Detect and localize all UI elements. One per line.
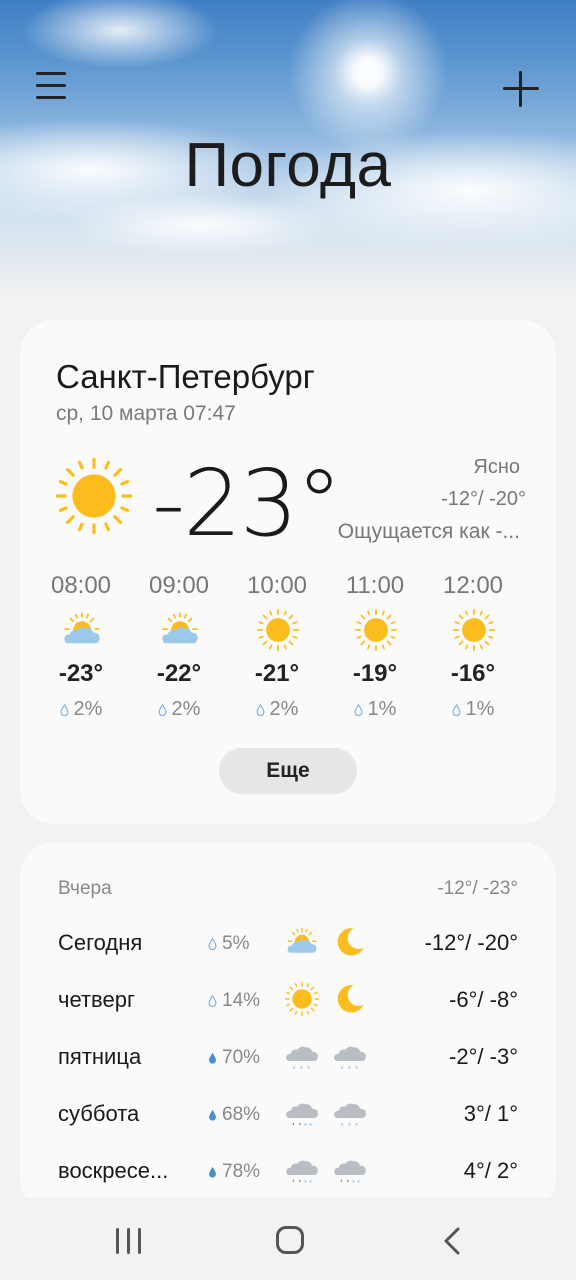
sun-icon (354, 608, 398, 652)
hour-temp: -16° (450, 660, 496, 687)
current-temperature: -23° (152, 450, 342, 557)
day-range: -6°/ -8° (449, 987, 518, 1012)
hour-time: 11:00 (345, 572, 405, 599)
snow-cloud-icon (284, 1038, 320, 1074)
condition-text: Ясно (473, 456, 520, 478)
drop-icon (256, 704, 265, 716)
drop-icon (208, 995, 217, 1007)
day-name: пятница (58, 1044, 142, 1069)
hour-temp: -21° (254, 660, 300, 687)
drop-icon (452, 704, 461, 716)
day-range: 3°/ 1° (463, 1101, 518, 1126)
sleet-cloud-icon (284, 1095, 320, 1131)
drop-icon (208, 1052, 217, 1064)
day-name: воскресе... (58, 1158, 169, 1183)
hourly-item: 10:00 -21° 2% (228, 572, 326, 722)
day-precip-row: 5% (208, 933, 249, 955)
hour-precip-row: 2% (32, 698, 130, 721)
hourly-item: 09:00 -22° 2% (130, 572, 228, 722)
yesterday-label: Вчера (58, 878, 112, 899)
hour-time: 10:00 (246, 572, 308, 599)
partly-cloudy-icon (284, 924, 320, 960)
system-nav-bar (0, 1198, 576, 1280)
hour-precip-row: 1% (326, 698, 424, 721)
sun-icon (452, 608, 496, 652)
sleet-cloud-icon (284, 1152, 320, 1188)
hour-precip: 1% (367, 698, 397, 720)
daily-row[interactable]: пятница 70% -2°/ -3° (20, 1038, 556, 1078)
hour-precip: 2% (269, 698, 299, 720)
hour-precip-row: 2% (228, 698, 326, 721)
day-precip-row: 68% (208, 1104, 260, 1126)
hourly-forecast[interactable]: 08:00 -23° 2% 09:00 -22° 2% 10:00 -21° 2… (32, 572, 544, 722)
city-name: Санкт-Петербург (56, 358, 315, 395)
day-precip-row: 78% (208, 1161, 260, 1183)
hour-temp: -22° (156, 660, 202, 687)
day-precip: 14% (222, 990, 261, 1011)
sun-icon (256, 608, 300, 652)
hourly-item: 11:00 -19° 1% (326, 572, 424, 722)
hour-precip: 2% (73, 698, 103, 720)
partly-cloudy-icon (158, 608, 202, 652)
hour-time: 12:00 (442, 572, 504, 599)
sleet-cloud-icon (332, 1152, 368, 1188)
day-precip-row: 14% (208, 990, 260, 1012)
drop-icon (208, 1109, 217, 1121)
hamburger-menu-icon[interactable] (36, 72, 72, 106)
hourly-item: 08:00 -23° 2% (32, 572, 130, 722)
drop-icon (208, 1166, 217, 1178)
day-precip-row: 70% (208, 1047, 260, 1069)
hour-temp: -23° (58, 660, 104, 687)
day-precip: 5% (222, 933, 250, 954)
daily-row[interactable]: воскресе... 78% 4°/ 2° (20, 1152, 556, 1192)
hourly-item: 12:00 -16° 1% (424, 572, 522, 722)
day-range: -2°/ -3° (449, 1044, 518, 1069)
today-range: -12°/ -20° (441, 488, 526, 510)
drop-icon (208, 938, 217, 950)
yesterday-range: -12°/ -23° (437, 878, 518, 899)
drop-icon (158, 704, 167, 716)
more-button[interactable]: Еще (219, 748, 357, 794)
hour-temp: -19° (352, 660, 398, 687)
day-range: -12°/ -20° (424, 930, 518, 955)
day-precip: 68% (222, 1104, 261, 1125)
hour-time: 09:00 (148, 572, 210, 599)
back-icon[interactable] (440, 1226, 466, 1256)
day-precip: 78% (222, 1161, 261, 1182)
snow-cloud-icon (332, 1095, 368, 1131)
day-name: четверг (58, 987, 135, 1012)
daily-row[interactable]: четверг 14% -6°/ -8° (20, 981, 556, 1021)
current-weather-card[interactable]: Санкт-Петербург ср, 10 марта 07:47 -23° … (20, 320, 556, 824)
home-icon[interactable] (276, 1226, 304, 1254)
hour-precip-row: 1% (424, 698, 522, 721)
sun-icon (284, 981, 320, 1017)
hour-precip: 2% (171, 698, 201, 720)
hour-time: 08:00 (50, 572, 112, 599)
day-range: 4°/ 2° (463, 1158, 518, 1183)
day-precip: 70% (222, 1047, 261, 1068)
moon-icon (332, 924, 368, 960)
daily-forecast-card[interactable]: Вчера -12°/ -23° Сегодня 5% -12°/ -20° ч… (20, 842, 556, 1212)
feels-like-text: Ощущается как -... (337, 520, 520, 543)
snow-cloud-icon (332, 1038, 368, 1074)
hour-precip-row: 2% (130, 698, 228, 721)
current-datetime: ср, 10 марта 07:47 (56, 402, 236, 425)
drop-icon (354, 704, 363, 716)
daily-row[interactable]: Сегодня 5% -12°/ -20° (20, 924, 556, 964)
recent-apps-icon[interactable] (116, 1228, 144, 1254)
plus-icon[interactable] (500, 68, 542, 110)
day-name: суббота (58, 1101, 140, 1126)
daily-row[interactable]: суббота 68% 3°/ 1° (20, 1095, 556, 1135)
day-name: Сегодня (58, 930, 143, 955)
partly-cloudy-icon (60, 608, 104, 652)
page-title: Погода (184, 131, 392, 200)
moon-icon (332, 981, 368, 1017)
sun-icon (54, 456, 134, 536)
drop-icon (60, 704, 69, 716)
hour-precip: 1% (465, 698, 495, 720)
